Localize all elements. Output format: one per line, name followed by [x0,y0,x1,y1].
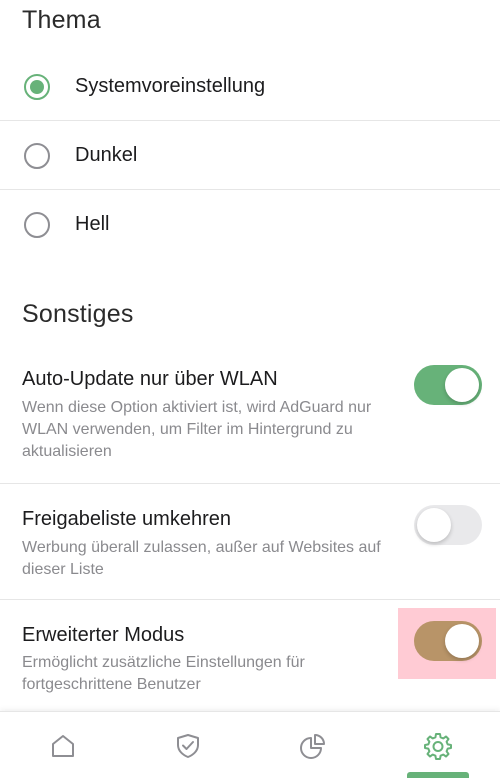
setting-description: Wenn diese Option aktiviert ist, wird Ad… [22,399,372,460]
theme-option-dark[interactable]: Dunkel [0,121,500,190]
toggle-knob [417,508,451,542]
setting-auto-update-wlan[interactable]: Auto-Update nur über WLAN Wenn diese Opt… [0,356,500,483]
theme-option-label: Dunkel [75,144,138,166]
section-title-theme: Thema [22,6,101,34]
theme-option-label: Hell [75,213,110,235]
setting-title: Erweiterter Modus [22,624,185,646]
auto-update-wlan-toggle[interactable] [414,365,482,405]
radio-unselected-icon[interactable] [24,142,50,169]
theme-option-light[interactable]: Hell [0,190,500,259]
radio-unselected-icon[interactable] [24,211,50,238]
toggle-knob [445,624,479,658]
setting-advanced-mode[interactable]: Erweiterter Modus Ermöglicht zusätzliche… [0,600,500,710]
active-tab-indicator [407,772,469,778]
setting-description: Ermöglicht zusätzliche Einstellungen für… [22,654,305,693]
radio-selected-icon[interactable] [24,73,50,100]
home-icon [51,734,74,757]
invert-allowlist-toggle[interactable] [414,505,482,545]
advanced-mode-toggle[interactable] [414,621,482,661]
theme-option-system[interactable]: Systemvoreinstellung [0,52,500,121]
tab-statistics[interactable] [250,712,375,778]
setting-invert-allowlist[interactable]: Freigabeliste umkehren Werbung überall z… [0,484,500,599]
toggle-knob [445,368,479,402]
section-title-misc: Sonstiges [22,300,134,328]
tab-protection[interactable] [125,712,250,778]
setting-title: Freigabeliste umkehren [22,508,231,530]
shield-check-icon [176,733,199,758]
setting-title: Auto-Update nur über WLAN [22,368,278,390]
tab-settings[interactable] [375,712,500,778]
setting-description: Werbung überall zulassen, außer auf Webs… [22,539,381,578]
theme-option-label: Systemvoreinstellung [75,75,266,97]
tab-home[interactable] [0,712,125,778]
gear-icon [423,732,452,760]
pie-chart-icon [299,733,325,759]
bottom-tab-bar [0,711,500,778]
